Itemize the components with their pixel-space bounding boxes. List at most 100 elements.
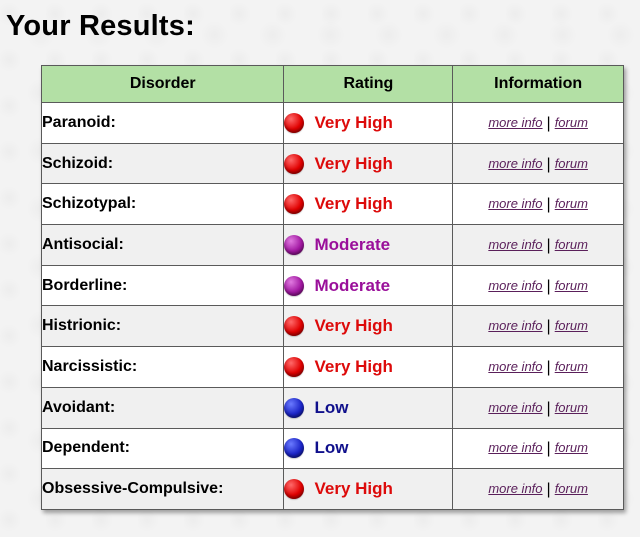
disorder-name: Obsessive-Compulsive: (40, 468, 285, 510)
forum-link[interactable]: forum (555, 237, 588, 252)
information-cell: more info | forum (452, 346, 624, 388)
link-separator: | (546, 399, 551, 417)
information-cell: more info | forum (452, 427, 624, 470)
table-row: Borderline: Moderate more info | forum (40, 264, 624, 307)
table-header-row: Disorder Rating Information (40, 65, 624, 103)
more-info-link[interactable]: more info (488, 196, 542, 211)
information-cell: more info | forum (452, 264, 624, 307)
forum-link[interactable]: forum (555, 400, 588, 415)
information-cell: more info | forum (452, 386, 624, 429)
table-row: Histrionic: Very High more info | forum (40, 305, 624, 348)
link-separator: | (546, 277, 551, 295)
table-row: Paranoid: Very High more info | forum (40, 102, 624, 144)
disorder-name: Antisocial: (40, 224, 285, 266)
rating-cell: Low (283, 427, 454, 470)
more-info-link[interactable]: more info (488, 318, 542, 333)
rating-cell: Low (283, 386, 454, 429)
header-disorder: Disorder (40, 65, 285, 103)
rating-value: Very High (314, 356, 393, 376)
disorder-name: Avoidant: (40, 386, 285, 429)
rating-value: Low (314, 397, 349, 417)
red-dot-icon (284, 316, 305, 337)
page-title: Your Results: (6, 10, 195, 42)
rating-wrap: Moderate (284, 275, 452, 296)
rating-cell: Very High (283, 183, 454, 226)
red-dot-icon (284, 356, 305, 377)
disorder-name: Schizotypal: (40, 183, 285, 226)
forum-link[interactable]: forum (555, 359, 588, 374)
link-separator: | (546, 440, 551, 458)
rating-wrap: Very High (284, 194, 452, 215)
rating-wrap: Very High (284, 479, 452, 500)
link-separator: | (546, 358, 551, 376)
disorder-name: Histrionic: (40, 305, 285, 348)
rating-cell: Very High (283, 468, 454, 510)
forum-link[interactable]: forum (555, 440, 588, 455)
rating-wrap: Very High (284, 356, 452, 377)
red-dot-icon (284, 479, 305, 500)
information-cell: more info | forum (452, 183, 624, 226)
forum-link[interactable]: forum (555, 481, 588, 496)
rating-wrap: Low (284, 397, 452, 418)
table-row: Dependent: Low more info | forum (40, 427, 624, 470)
rating-cell: Moderate (283, 264, 454, 307)
rating-value: Moderate (314, 275, 391, 295)
rating-cell: Very High (283, 102, 454, 144)
disorder-name: Schizoid: (40, 142, 285, 185)
more-info-link[interactable]: more info (488, 359, 542, 374)
rating-value: Very High (314, 194, 393, 214)
link-separator: | (546, 481, 551, 499)
link-separator: | (546, 236, 551, 254)
purple-dot-icon (284, 234, 305, 255)
rating-wrap: Very High (284, 153, 452, 174)
information-cell: more info | forum (452, 305, 624, 348)
header-information: Information (452, 65, 624, 103)
information-cell: more info | forum (452, 224, 624, 266)
rating-value: Very High (314, 316, 393, 336)
link-separator: | (546, 155, 551, 173)
disorder-name: Borderline: (40, 264, 285, 307)
link-separator: | (546, 318, 551, 336)
table-row: Avoidant: Low more info | forum (40, 386, 624, 429)
forum-link[interactable]: forum (555, 115, 588, 130)
rating-value: Very High (314, 479, 393, 499)
table-row: Schizoid: Very High more info | forum (40, 142, 624, 185)
rating-value: Very High (314, 153, 393, 173)
information-cell: more info | forum (452, 142, 624, 185)
more-info-link[interactable]: more info (488, 237, 542, 252)
information-cell: more info | forum (452, 468, 624, 510)
forum-link[interactable]: forum (555, 156, 588, 171)
results-table: Disorder Rating Information Paranoid: Ver… (40, 65, 624, 510)
disorder-name: Dependent: (40, 427, 285, 470)
red-dot-icon (284, 153, 305, 174)
table-row: Obsessive-Compulsive: Very High more info |… (40, 468, 624, 510)
more-info-link[interactable]: more info (488, 115, 542, 130)
purple-dot-icon (284, 275, 305, 296)
rating-cell: Moderate (283, 224, 454, 266)
more-info-link[interactable]: more info (488, 156, 542, 171)
disorder-name: Paranoid: (40, 102, 285, 144)
rating-wrap: Moderate (284, 234, 452, 255)
header-rating: Rating (283, 65, 454, 103)
blue-dot-icon (284, 397, 305, 418)
more-info-link[interactable]: more info (488, 400, 542, 415)
rating-cell: Very High (283, 346, 454, 388)
rating-cell: Very High (283, 142, 454, 185)
disorder-name: Narcissistic: (40, 346, 285, 388)
red-dot-icon (284, 194, 305, 215)
more-info-link[interactable]: more info (488, 440, 542, 455)
rating-value: Low (314, 438, 349, 458)
rating-value: Moderate (314, 234, 391, 254)
rating-value: Very High (314, 112, 393, 132)
link-separator: | (546, 114, 551, 132)
more-info-link[interactable]: more info (488, 278, 542, 293)
table-row: Schizotypal: Very High more info | forum (40, 183, 624, 226)
rating-wrap: Very High (284, 316, 452, 337)
forum-link[interactable]: forum (555, 318, 588, 333)
forum-link[interactable]: forum (555, 196, 588, 211)
rating-cell: Very High (283, 305, 454, 348)
forum-link[interactable]: forum (555, 278, 588, 293)
information-cell: more info | forum (452, 102, 624, 144)
more-info-link[interactable]: more info (488, 481, 542, 496)
table-row: Narcissistic: Very High more info | forum (40, 346, 624, 388)
